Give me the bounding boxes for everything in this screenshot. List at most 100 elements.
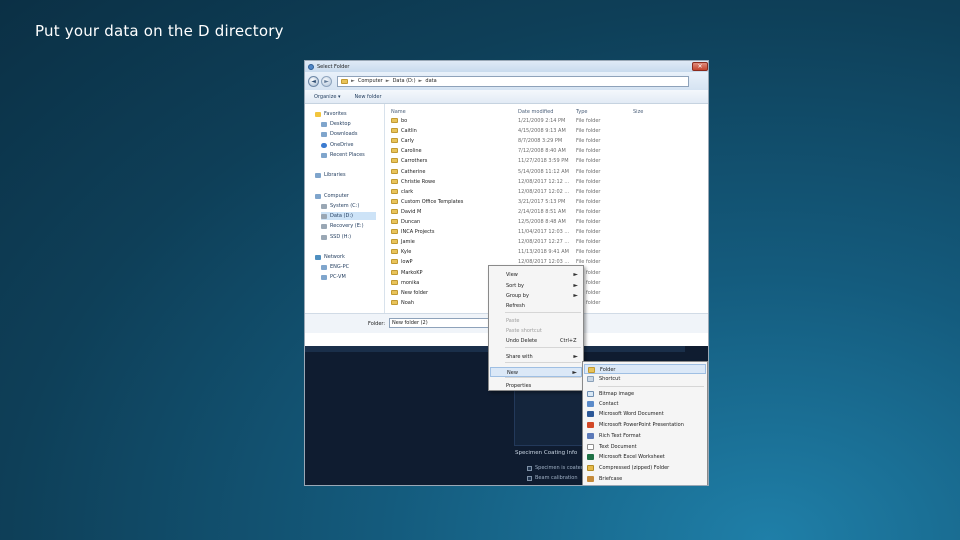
bitmap-icon [587, 391, 594, 397]
folder-icon [391, 128, 398, 134]
table-row[interactable]: bo 1/21/2009 2:14 PM File folder [385, 116, 708, 126]
file-date: 11/27/2018 3:59 PM [518, 158, 569, 165]
file-date: 2/14/2018 8:51 AM [518, 208, 566, 215]
context-item-share-with[interactable]: Share with ► [490, 352, 582, 362]
screenshot: Select Folder ✕ ◄ ► ► Computer ► Data (D… [304, 60, 709, 486]
context-item-properties[interactable]: Properties [490, 381, 582, 391]
dialog-title: Select Folder [317, 63, 350, 70]
file-name: Catherine [401, 168, 426, 175]
breadcrumb-data-drive[interactable]: Data (D:) [393, 78, 416, 84]
nav-computer[interactable]: Computer [315, 192, 349, 200]
nav-recovery-drive[interactable]: Recovery (E:) [321, 222, 364, 230]
nav-data-drive[interactable]: Data (D:) [321, 212, 376, 220]
chevron-right-icon: ► [572, 369, 577, 376]
context-item-paste-shortcut: Paste shortcut [506, 328, 542, 334]
column-date[interactable]: Date modified [518, 109, 553, 115]
new-item-briefcase[interactable]: Briefcase [584, 474, 706, 484]
folder-dialog-icon [308, 63, 314, 70]
nav-downloads[interactable]: Downloads [321, 130, 357, 138]
folder-icon [391, 148, 398, 154]
table-row[interactable]: Carly 8/7/2008 3:29 PM File folder [385, 136, 708, 146]
table-row[interactable]: INCA Projects 11/04/2017 12:03 ... File fo… [385, 227, 708, 237]
dialog-titlebar: Select Folder ✕ [305, 61, 708, 72]
nav-system-drive[interactable]: System (C:) [321, 202, 359, 210]
table-row[interactable]: Carrothers 11/27/2018 3:59 PM File folder [385, 156, 708, 166]
contact-icon [587, 401, 594, 407]
table-row[interactable]: Custom Office Templates 3/21/2017 5:13 PM… [385, 197, 708, 207]
context-item-new[interactable]: New ► [490, 367, 582, 377]
breadcrumb-computer[interactable]: Computer [358, 78, 383, 84]
column-size[interactable]: Size [633, 109, 643, 115]
new-item-rich-text-format[interactable]: Rich Text Format [584, 431, 706, 441]
breadcrumb-separator-icon: ► [385, 78, 390, 84]
coated-checkbox[interactable]: Specimen is coated [527, 465, 584, 471]
desktop-icon [321, 121, 327, 127]
chevron-right-icon: ► [573, 292, 578, 299]
breadcrumb[interactable]: ► Computer ► Data (D:) ► data [337, 75, 689, 87]
file-type: File folder [576, 249, 601, 256]
close-button[interactable]: ✕ [692, 62, 708, 71]
folder-icon [391, 138, 398, 144]
context-item-undo-delete[interactable]: Undo Delete Ctrl+Z [490, 336, 582, 346]
breadcrumb-data[interactable]: data [425, 78, 436, 84]
new-item-shortcut[interactable]: Shortcut [584, 374, 706, 384]
file-type: File folder [576, 118, 601, 124]
new-item-microsoft-word-document[interactable]: Microsoft Word Document [584, 409, 706, 419]
back-button[interactable]: ◄ [308, 75, 319, 87]
nav-onedrive[interactable]: OneDrive [321, 141, 354, 149]
column-name[interactable]: Name [391, 109, 406, 115]
table-row[interactable]: Duncan 12/5/2008 8:48 AM File folder [385, 217, 708, 227]
nav-favorites[interactable]: Favorites [315, 110, 347, 118]
new-item-microsoft-excel-worksheet[interactable]: Microsoft Excel Worksheet [584, 452, 706, 462]
context-item-refresh[interactable]: Refresh [490, 301, 582, 311]
calibration-checkbox[interactable]: Beam calibration [527, 475, 578, 481]
table-row[interactable]: clark 12/08/2017 12:02 ... File folder [385, 187, 708, 197]
file-type: File folder [576, 138, 601, 145]
drive-icon [321, 234, 327, 240]
organize-button[interactable]: Organize ▾ [314, 94, 341, 100]
navigation-pane: Favorites Desktop Downloads OneDrive Rec… [305, 104, 385, 313]
chevron-right-icon: ► [573, 271, 578, 278]
file-date: 11/04/2017 12:03 ... [518, 229, 570, 236]
briefcase-icon [587, 476, 594, 482]
new-folder-button[interactable]: New folder [355, 94, 382, 100]
nav-ssd-drive[interactable]: SSD (H:) [321, 233, 351, 241]
checkbox-icon [527, 465, 532, 471]
nav-desktop[interactable]: Desktop [321, 120, 351, 128]
address-bar: ◄ ► ► Computer ► Data (D:) ► data [305, 72, 708, 90]
context-item-group-by[interactable]: Group by ► [490, 291, 582, 301]
nav-recent-places[interactable]: Recent Places [321, 151, 365, 159]
new-item-folder[interactable]: Folder [584, 364, 706, 374]
nav-libraries[interactable]: Libraries [315, 171, 346, 179]
text-icon [587, 444, 594, 450]
table-row[interactable]: Caroline 7/12/2008 8:40 AM File folder [385, 146, 708, 156]
new-item-bitmap-image[interactable]: Bitmap image [584, 389, 706, 399]
table-row[interactable]: Jamie 12/08/2017 12:27 ... File folder [385, 237, 708, 247]
context-item-view[interactable]: View ► [490, 270, 582, 280]
new-item-text-document[interactable]: Text Document [584, 442, 706, 452]
new-item-microsoft-powerpoint-presentation[interactable]: Microsoft PowerPoint Presentation [584, 420, 706, 430]
table-row[interactable]: Caitlin 4/15/2008 9:13 AM File folder [385, 126, 708, 136]
nav-network[interactable]: Network [315, 253, 345, 261]
shortcut-hint: Ctrl+Z [560, 338, 577, 344]
forward-button[interactable]: ► [321, 75, 332, 87]
context-item-paste: Paste [506, 318, 520, 324]
file-date: 12/5/2008 8:48 AM [518, 219, 566, 225]
new-item-compressed-zipped-folder[interactable]: Compressed (zipped) Folder [584, 463, 706, 473]
context-item-sort-by[interactable]: Sort by ► [490, 281, 582, 291]
table-row[interactable]: David M 2/14/2018 8:51 AM File folder [385, 207, 708, 217]
nav-pc-vm[interactable]: PC-VM [321, 273, 346, 281]
nav-eng-pc[interactable]: ENG-PC [321, 263, 349, 271]
star-icon [315, 111, 321, 117]
folder-icon [391, 219, 398, 224]
folder-input[interactable]: New folder (2) [389, 318, 499, 328]
table-row[interactable]: Catherine 5/14/2008 11:12 AM File folder [385, 167, 708, 177]
checkbox-icon [527, 475, 532, 481]
network-icon [315, 254, 321, 260]
column-type[interactable]: Type [576, 109, 587, 115]
table-row[interactable]: Christie Rowe 12/08/2017 12:12 ... File fo… [385, 177, 708, 187]
new-item-contact[interactable]: Contact [584, 399, 706, 409]
folder-icon [391, 188, 398, 194]
folder-icon [391, 208, 398, 214]
table-row[interactable]: Kyle 11/13/2018 9:41 AM File folder [385, 247, 708, 257]
